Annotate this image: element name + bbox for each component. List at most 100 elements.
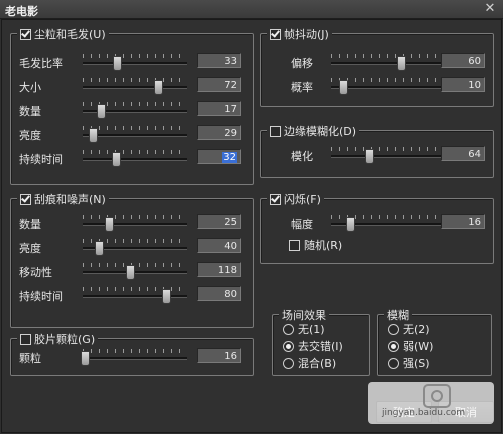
scratch-duration-value-field[interactable]: 80 — [197, 286, 241, 301]
frame-jitter-label[interactable]: 帧抖动(J) — [284, 26, 329, 42]
jitter-probability-row: 概率 10 — [261, 76, 493, 96]
transition-option-blend[interactable]: 混合(B) — [283, 355, 336, 371]
slider-thumb[interactable] — [125, 265, 135, 280]
dust-hair-checkbox[interactable] — [20, 28, 31, 40]
slider-thumb[interactable] — [338, 80, 348, 95]
radio-button[interactable] — [283, 357, 294, 369]
radio-button[interactable] — [388, 340, 399, 352]
radio-button[interactable] — [283, 323, 294, 335]
radio-label[interactable]: 弱(W) — [403, 338, 433, 354]
radio-button[interactable] — [283, 340, 294, 352]
flicker-label[interactable]: 闪烁(F) — [284, 191, 321, 207]
scratch-brightness-slider[interactable] — [83, 238, 187, 256]
radio-label[interactable]: 混合(B) — [298, 355, 336, 371]
jitter-probability-value-field[interactable]: 10 — [441, 77, 485, 92]
scratch-count-value-field[interactable]: 25 — [197, 214, 241, 229]
dust-brightness-value-field[interactable]: 29 — [197, 125, 241, 140]
flicker-amplitude-value-field[interactable]: 16 — [441, 214, 485, 229]
slider-track — [83, 271, 187, 274]
dust-size-label: 大小 — [19, 81, 41, 94]
dust-hair-ratio-slider[interactable] — [83, 53, 187, 71]
transition-option-deinterlace[interactable]: 去交错(I) — [283, 338, 343, 354]
frame-jitter-group: 帧抖动(J) 偏移 60 概率 10 — [260, 26, 494, 107]
slider-track — [331, 86, 447, 89]
slider-ticks — [83, 287, 187, 291]
scratch-noise-legend: 刮痕和噪声(N) — [17, 191, 109, 207]
edge-blur-label[interactable]: 边缘模糊化(D) — [284, 123, 356, 139]
blur-blur-amount-value-field[interactable]: 64 — [441, 146, 485, 161]
scratch-count-row: 数量 25 — [11, 213, 253, 233]
random-label[interactable]: 随机(R) — [304, 237, 342, 253]
slider-thumb[interactable] — [96, 104, 106, 119]
film-grain-label: 颗粒 — [19, 352, 41, 365]
slider-thumb[interactable] — [365, 149, 375, 164]
slider-thumb[interactable] — [112, 152, 122, 167]
dust-count-label: 数量 — [19, 105, 41, 118]
frame-jitter-checkbox[interactable] — [270, 28, 281, 40]
random-option[interactable]: 随机(R) — [289, 237, 342, 253]
slider-thumb[interactable] — [162, 289, 172, 304]
slider-thumb[interactable] — [89, 128, 99, 143]
slider-track — [83, 295, 187, 298]
frame-blur-option-strong[interactable]: 强(S) — [388, 355, 430, 371]
slider-ticks — [83, 263, 187, 267]
slider-thumb[interactable] — [94, 241, 104, 256]
radio-label[interactable]: 无(1) — [298, 321, 325, 337]
film-grain-value-field[interactable]: 16 — [197, 348, 241, 363]
scratch-brightness-value-field[interactable]: 40 — [197, 238, 241, 253]
film-grain-row: 颗粒 16 — [11, 347, 253, 367]
slider-thumb[interactable] — [113, 56, 123, 71]
scratch-mobility-label: 移动性 — [19, 266, 52, 279]
dust-count-slider[interactable] — [83, 101, 187, 119]
close-icon[interactable]: ✕ — [483, 2, 497, 15]
slider-thumb[interactable] — [81, 351, 91, 366]
slider-thumb[interactable] — [396, 56, 406, 71]
radio-label[interactable]: 无(2) — [403, 321, 430, 337]
edge-blur-checkbox[interactable] — [270, 125, 281, 137]
scratch-noise-group: 刮痕和噪声(N) 数量 25 亮度 40 移动性 118 持续时间 80 — [10, 191, 254, 328]
scratch-noise-checkbox[interactable] — [20, 193, 31, 205]
frame-blur-option-none[interactable]: 无(2) — [388, 321, 430, 337]
dust-count-value-field[interactable]: 17 — [197, 101, 241, 116]
dust-size-slider[interactable] — [83, 77, 187, 95]
slider-thumb[interactable] — [153, 80, 163, 95]
film-grain-checkbox[interactable] — [20, 333, 31, 345]
radio-label[interactable]: 强(S) — [403, 355, 430, 371]
scratch-mobility-row: 移动性 118 — [11, 261, 253, 281]
scratch-noise-label[interactable]: 刮痕和噪声(N) — [34, 191, 106, 207]
scratch-mobility-slider[interactable] — [83, 262, 187, 280]
scratch-duration-slider[interactable] — [83, 286, 187, 304]
dust-duration-row: 持续时间 32 — [11, 148, 253, 168]
jitter-offset-slider[interactable] — [331, 53, 447, 71]
radio-button[interactable] — [388, 323, 399, 335]
dust-brightness-slider[interactable] — [83, 125, 187, 143]
window-title: 老电影 — [5, 5, 38, 18]
flicker-checkbox[interactable] — [270, 193, 281, 205]
scratch-count-slider[interactable] — [83, 214, 187, 232]
slider-ticks — [83, 349, 187, 353]
dust-duration-value-field[interactable]: 32 — [197, 149, 241, 164]
jitter-offset-label: 偏移 — [291, 57, 313, 70]
jitter-offset-value-field[interactable]: 60 — [441, 53, 485, 68]
slider-thumb[interactable] — [345, 217, 355, 232]
dust-hair-label[interactable]: 尘粒和毛发(U) — [34, 26, 106, 42]
film-grain-group: 胶片颗粒(G) 颗粒 16 — [10, 331, 254, 376]
transition-option-none[interactable]: 无(1) — [283, 321, 325, 337]
radio-button[interactable] — [388, 357, 399, 369]
dust-hair-ratio-value-field[interactable]: 33 — [197, 53, 241, 68]
value-text: 64 — [468, 149, 481, 160]
random-checkbox[interactable] — [289, 239, 300, 251]
value-text: 25 — [224, 217, 237, 228]
slider-thumb[interactable] — [105, 217, 114, 232]
dust-size-value-field[interactable]: 72 — [197, 77, 241, 92]
flicker-amplitude-slider[interactable] — [331, 214, 447, 232]
dust-duration-slider[interactable] — [83, 149, 187, 167]
scratch-mobility-value-field[interactable]: 118 — [197, 262, 241, 277]
watermark-text: jingyan.baidu.com — [382, 408, 466, 418]
radio-label[interactable]: 去交错(I) — [298, 338, 343, 354]
frame-blur-option-weak[interactable]: 弱(W) — [388, 338, 433, 354]
film-grain-slider[interactable] — [81, 348, 187, 366]
blur-blur-amount-slider[interactable] — [331, 146, 447, 164]
jitter-probability-slider[interactable] — [331, 77, 447, 95]
film-grain-label[interactable]: 胶片颗粒(G) — [34, 331, 95, 347]
